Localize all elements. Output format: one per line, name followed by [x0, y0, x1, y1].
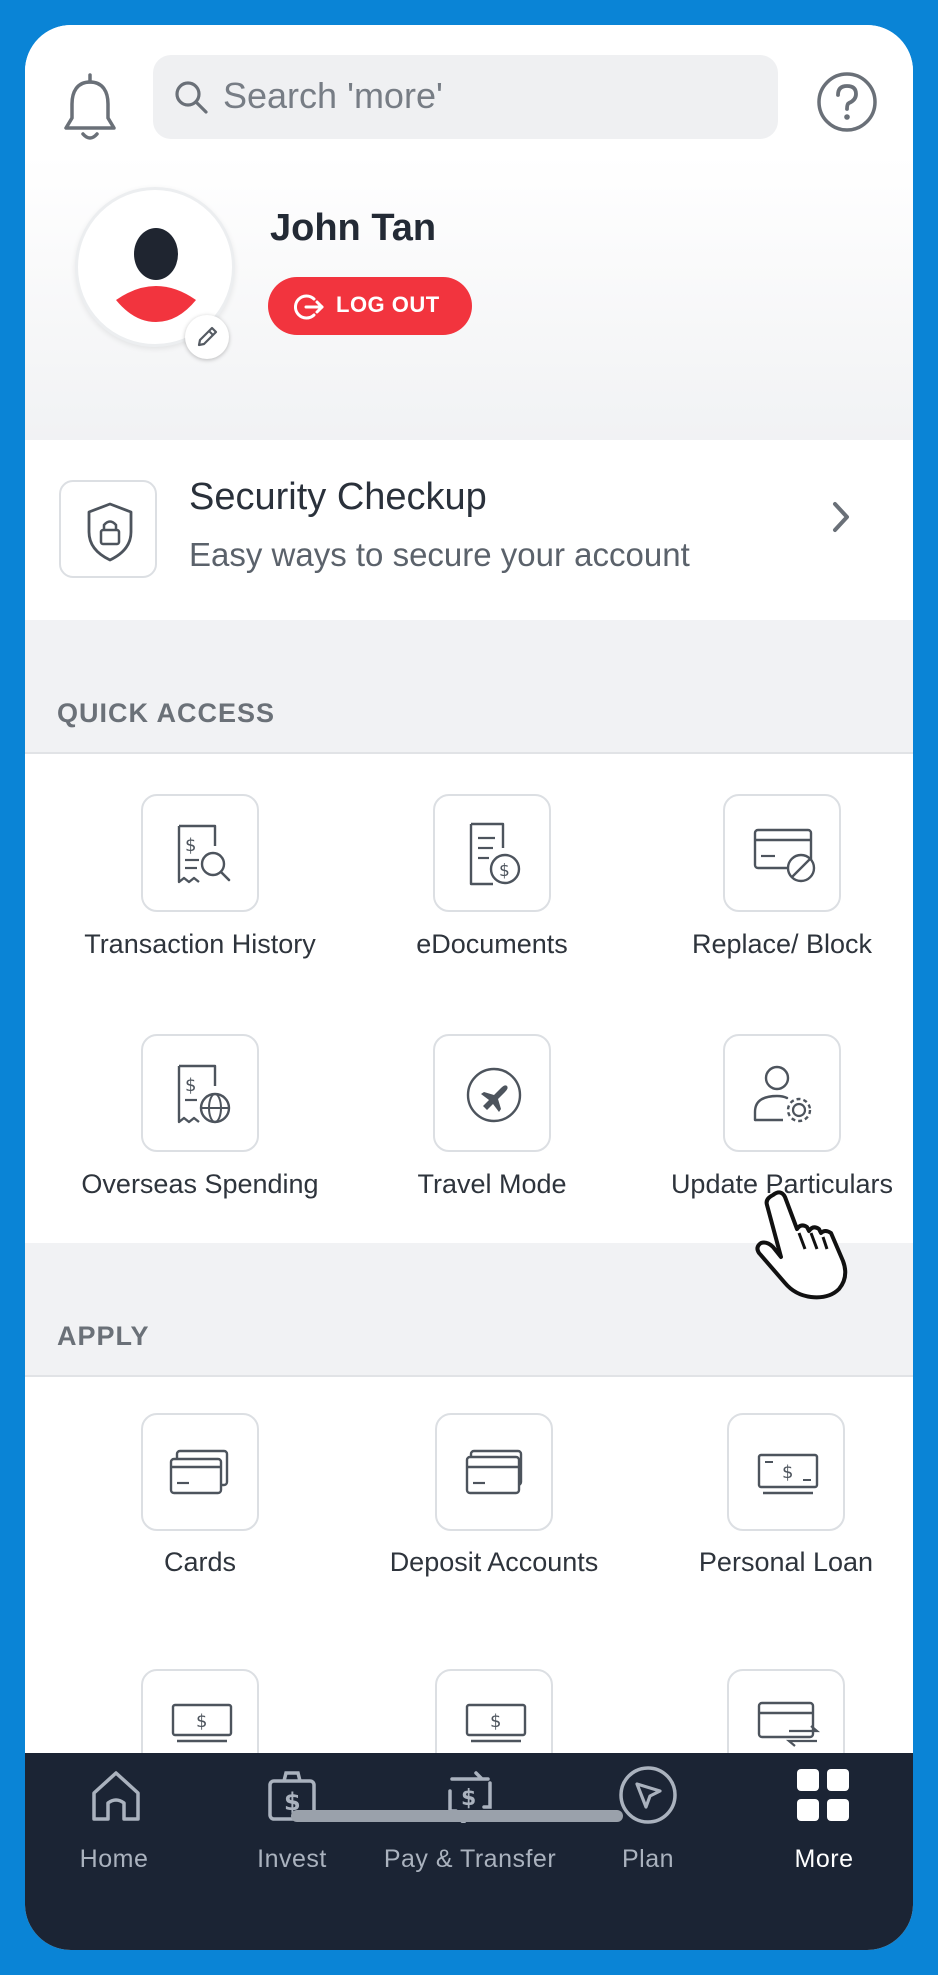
apply-tile-partial-2[interactable]: $ [349, 1669, 639, 1787]
notification-bell-icon[interactable] [61, 70, 119, 150]
receipt-search-icon: $ [141, 794, 259, 912]
cards-icon [141, 1413, 259, 1531]
tile-label: Transaction History [84, 929, 316, 959]
document-dollar-icon: $ [433, 794, 551, 912]
tile-label: Overseas Spending [81, 1169, 319, 1199]
tile-label: Cards [163, 1547, 237, 1577]
nav-label: Invest [257, 1845, 327, 1873]
nav-label: Home [79, 1845, 149, 1873]
svg-text:$: $ [490, 1711, 501, 1732]
nav-label: Pay & Transfer [383, 1845, 557, 1873]
apply-grid: Cards Deposit Accounts $ Personal Loan $… [25, 1377, 913, 1787]
compass-icon [619, 1766, 677, 1824]
nav-pay-transfer[interactable]: $ Pay & Transfer [381, 1753, 559, 1893]
user-name: John Tan [270, 207, 437, 249]
home-icon [92, 1771, 140, 1821]
tile-label: Replace/ Block [691, 929, 873, 959]
card-block-icon [723, 794, 841, 912]
tile-label: Personal Loan [698, 1547, 874, 1577]
card-icon [435, 1413, 553, 1531]
chevron-right-icon [833, 502, 849, 532]
security-title: Security Checkup [189, 476, 487, 518]
nav-home[interactable]: Home [25, 1753, 203, 1893]
nav-plan[interactable]: Plan [559, 1753, 737, 1893]
quick-access-overseas-spending[interactable]: $ Overseas Spending [55, 994, 345, 1234]
apply-personal-loan[interactable]: $ Personal Loan [641, 1377, 913, 1617]
nav-label: Plan [621, 1845, 675, 1873]
logout-icon [294, 294, 324, 320]
security-checkup-row[interactable]: Security Checkup Easy ways to secure you… [25, 440, 913, 620]
bottom-nav: Home $ Invest $ Pay & Transfer Plan More [25, 1753, 913, 1950]
svg-text:$: $ [185, 1075, 196, 1096]
svg-text:$: $ [185, 835, 196, 856]
svg-text:$: $ [782, 1462, 793, 1483]
quick-access-replace-block[interactable]: Replace/ Block [637, 754, 913, 994]
app-screen: Search 'more' John Tan LOG OUT Security … [25, 25, 913, 1950]
search-placeholder: Search 'more' [223, 75, 443, 116]
apply-deposit-accounts[interactable]: Deposit Accounts [349, 1377, 639, 1617]
airplane-icon [433, 1034, 551, 1152]
device-frame: Search 'more' John Tan LOG OUT Security … [0, 0, 938, 1975]
search-bar[interactable]: Search 'more' [153, 55, 778, 139]
edit-pencil-icon[interactable] [185, 315, 229, 359]
quick-access-transaction-history[interactable]: $ Transaction History [55, 754, 345, 994]
logout-label: LOG OUT [336, 292, 440, 317]
cash-icon: $ [727, 1413, 845, 1531]
grid-icon [797, 1769, 849, 1821]
quick-access-travel-mode[interactable]: Travel Mode [347, 994, 637, 1234]
shield-lock-icon [59, 480, 157, 578]
svg-text:$: $ [499, 861, 510, 881]
nav-invest[interactable]: $ Invest [203, 1753, 381, 1893]
svg-text:$: $ [461, 1786, 476, 1811]
quick-access-header: QUICK ACCESS [25, 620, 913, 754]
apply-tile-partial-3[interactable] [641, 1669, 913, 1787]
apply-tile-partial-1[interactable]: $ [55, 1669, 345, 1787]
tile-label: Travel Mode [417, 1169, 567, 1199]
security-subtitle: Easy ways to secure your account [189, 536, 690, 573]
receipt-globe-icon: $ [141, 1034, 259, 1152]
search-icon [175, 81, 208, 114]
apply-cards[interactable]: Cards [55, 1377, 345, 1617]
tile-label: eDocuments [416, 929, 568, 959]
quick-access-edocuments[interactable]: $ eDocuments [347, 754, 637, 994]
profile-section: John Tan LOG OUT [25, 155, 913, 440]
user-gear-icon [723, 1034, 841, 1152]
apply-heading: APPLY [57, 1321, 150, 1351]
help-icon[interactable] [815, 70, 879, 134]
quick-access-heading: QUICK ACCESS [57, 698, 276, 728]
tile-label: Deposit Accounts [389, 1547, 599, 1577]
quick-access-grid: $ Transaction History $ eDocuments Repla… [25, 754, 913, 1243]
nav-more[interactable]: More [735, 1753, 913, 1893]
svg-text:$: $ [196, 1711, 207, 1732]
nav-label: More [794, 1845, 854, 1873]
hand-pointer-icon [745, 1185, 855, 1305]
home-indicator [291, 1810, 623, 1822]
logout-button[interactable]: LOG OUT [268, 277, 472, 335]
